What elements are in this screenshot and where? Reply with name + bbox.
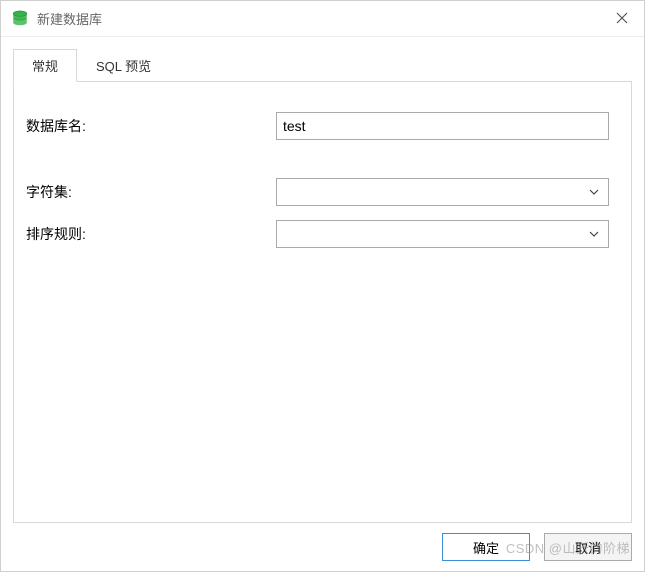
dialog-footer: 确定 取消 CSDN @山妖的阶梯 [1, 523, 644, 571]
chevron-down-icon [588, 186, 600, 198]
chevron-down-icon [588, 228, 600, 240]
tab-content: 数据库名: 字符集: 排序规则: [13, 81, 632, 523]
tab-sql-preview-label: SQL 预览 [96, 59, 151, 74]
new-database-dialog: 新建数据库 常规 SQL 预览 数据库名: 字符集: [0, 0, 645, 572]
select-charset[interactable] [276, 178, 609, 206]
tab-sql-preview[interactable]: SQL 预览 [77, 49, 170, 82]
tab-general-label: 常规 [32, 59, 58, 74]
database-icon [11, 10, 29, 28]
label-collation: 排序规则: [26, 224, 276, 244]
window-title: 新建数据库 [37, 9, 102, 28]
select-collation[interactable] [276, 220, 609, 248]
input-database-name[interactable] [276, 112, 609, 140]
row-database-name: 数据库名: [26, 112, 609, 140]
row-charset: 字符集: [26, 178, 609, 206]
label-charset: 字符集: [26, 182, 276, 202]
row-collation: 排序规则: [26, 220, 609, 248]
close-button[interactable] [600, 1, 644, 37]
close-icon [616, 12, 628, 27]
tab-general[interactable]: 常规 [13, 49, 77, 82]
label-database-name: 数据库名: [26, 116, 276, 136]
cancel-button[interactable]: 取消 [544, 533, 632, 561]
tab-bar: 常规 SQL 预览 [1, 37, 644, 82]
titlebar: 新建数据库 [1, 1, 644, 37]
ok-button[interactable]: 确定 [442, 533, 530, 561]
